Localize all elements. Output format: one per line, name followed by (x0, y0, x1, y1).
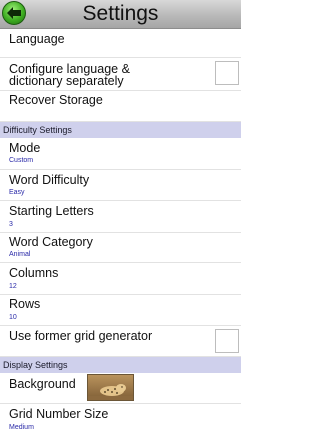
rows-value: 10 (9, 314, 17, 321)
starting-letters-setting[interactable]: Starting Letters 3 (0, 201, 241, 233)
configure-language-checkbox[interactable] (215, 61, 239, 85)
former-grid-generator-setting[interactable]: Use former grid generator (0, 326, 241, 357)
display-section-header: Display Settings (0, 357, 241, 373)
recover-storage-label: Recover Storage (9, 93, 103, 107)
background-label: Background (9, 377, 76, 391)
word-difficulty-setting[interactable]: Word Difficulty Easy (0, 170, 241, 201)
columns-label: Columns (9, 266, 59, 280)
recover-storage-setting[interactable]: Recover Storage (0, 91, 241, 122)
configure-label-line2: dictionary separately (9, 74, 124, 88)
former-grid-generator-label: Use former grid generator (9, 329, 153, 343)
mode-label: Mode (9, 141, 41, 155)
starting-letters-label: Starting Letters (9, 204, 94, 218)
word-category-label: Word Category (9, 235, 93, 249)
rows-setting[interactable]: Rows 10 (0, 295, 241, 326)
background-preview-image[interactable] (87, 374, 134, 401)
mode-setting[interactable]: Mode Custom (0, 138, 241, 170)
title-bar: Settings (0, 0, 241, 29)
columns-value: 12 (9, 283, 17, 290)
word-category-setting[interactable]: Word Category Animal (0, 233, 241, 263)
word-category-value: Animal (9, 251, 31, 258)
language-label: Language (9, 32, 65, 46)
grid-number-size-label: Grid Number Size (9, 407, 109, 421)
mode-value: Custom (9, 157, 34, 164)
difficulty-section-header: Difficulty Settings (0, 122, 241, 138)
configure-language-setting[interactable]: Configure language & dictionary separate… (0, 58, 241, 91)
page-title: Settings (82, 2, 159, 25)
word-difficulty-value: Easy (9, 189, 25, 196)
rows-label: Rows (9, 297, 41, 311)
word-difficulty-label: Word Difficulty (9, 173, 90, 187)
starting-letters-value: 3 (9, 221, 13, 228)
former-grid-generator-checkbox[interactable] (215, 329, 239, 353)
language-setting[interactable]: Language (0, 29, 241, 58)
columns-setting[interactable]: Columns 12 (0, 263, 241, 295)
grid-number-size-value: Medium (9, 424, 34, 431)
